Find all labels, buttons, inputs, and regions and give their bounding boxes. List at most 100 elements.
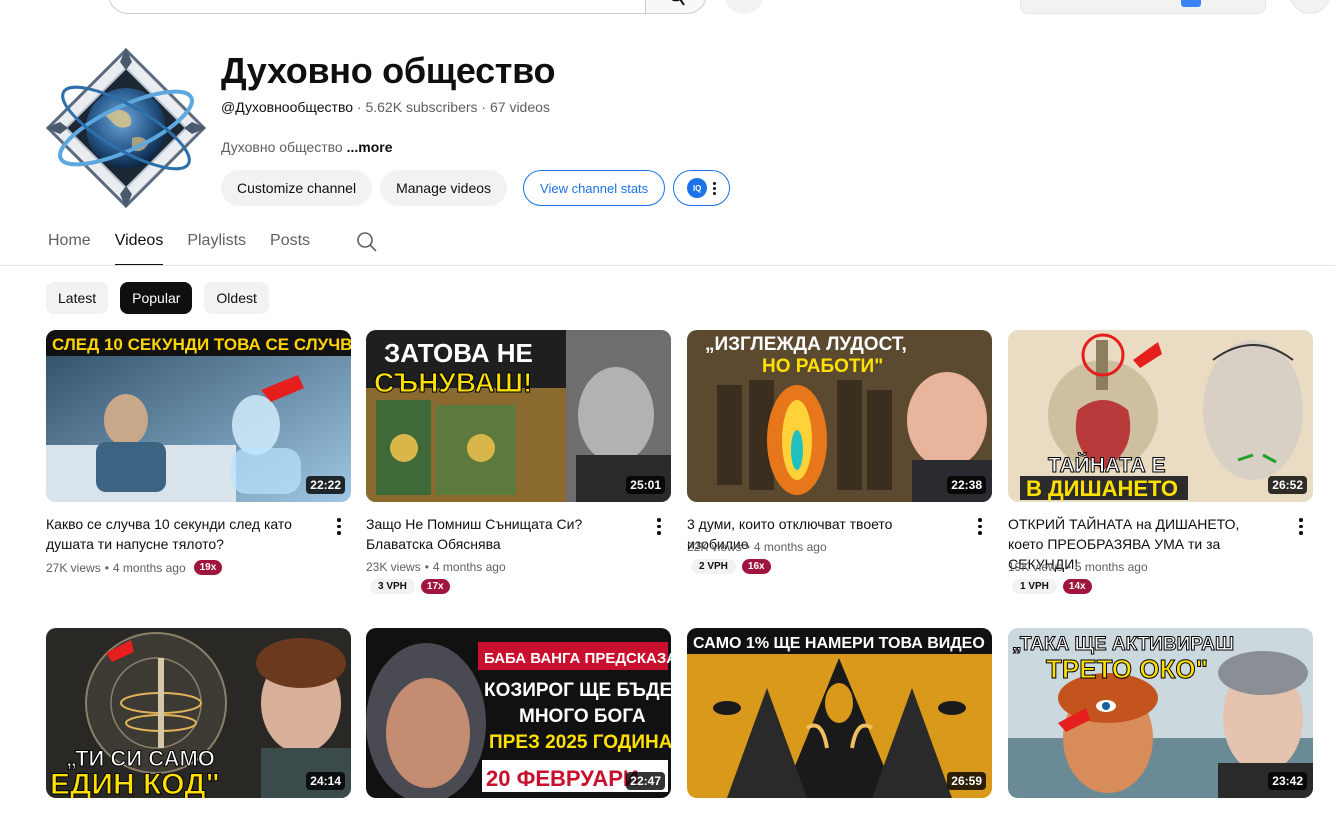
upload-age: 4 months ago xyxy=(753,540,827,554)
video-card[interactable]: „ИЗГЛЕЖДА ЛУДОСТ, НО РАБОТИ" 22:38 3 дум… xyxy=(687,330,992,574)
overlay-text: СЛЕД 10 СЕКУНДИ ТОВА СЕ СЛУЧВА xyxy=(52,335,351,354)
tab-playlists[interactable]: Playlists xyxy=(187,222,246,266)
video-tags: 3 VPH 17x xyxy=(370,579,450,594)
channel-meta: @Духовнообщество · 5.62K subscribers · 6… xyxy=(221,99,550,115)
thumbnail-image: СЛЕД 10 СЕКУНДИ ТОВА СЕ СЛУЧВА xyxy=(46,330,351,502)
video-thumbnail[interactable]: „ТАКА ЩЕ АКТИВИРАШ ТРЕТО ОКО" 23:42 xyxy=(1008,628,1313,798)
video-thumbnail[interactable]: „ТИ СИ САМО ЕДИН КОД" 24:14 xyxy=(46,628,351,798)
tab-videos[interactable]: Videos xyxy=(114,222,163,266)
subscriber-count: 5.62K subscribers xyxy=(365,99,478,115)
video-thumbnail[interactable]: САМО 1% ЩЕ НАМЕРИ ТОВА ВИДЕО 26:59 xyxy=(687,628,992,798)
masthead xyxy=(0,0,1335,16)
channel-search-icon[interactable] xyxy=(355,230,379,254)
thumbnail-image: ТАЙНАТА Е В ДИШАНЕТО xyxy=(1008,330,1313,502)
thumbnail-image: БАБА ВАНГА ПРЕДСКАЗА КОЗИРОГ ЩЕ БЪДЕШ МН… xyxy=(366,628,671,798)
vph-badge: 1 VPH xyxy=(1012,579,1057,594)
video-tags: 2 VPH 16x xyxy=(691,559,771,574)
video-card[interactable]: „ТАКА ЩЕ АКТИВИРАШ ТРЕТО ОКО" 23:42 xyxy=(1008,628,1313,798)
outlier-badge: 19x xyxy=(193,560,223,575)
notification-icon xyxy=(1181,0,1201,7)
voice-search-button[interactable] xyxy=(724,0,764,14)
more-vert-icon xyxy=(713,181,717,195)
video-card[interactable]: САМО 1% ЩЕ НАМЕРИ ТОВА ВИДЕО 26:59 xyxy=(687,628,992,798)
overlay-text: САМО 1% ЩЕ НАМЕРИ ТОВА ВИДЕО xyxy=(693,635,985,652)
extension-menu-button[interactable]: IQ xyxy=(673,170,731,206)
video-tags: 1 VPH 14x xyxy=(1012,579,1092,594)
overlay-text: „ИЗГЛЕЖДА ЛУДОСТ, xyxy=(705,334,907,355)
video-card[interactable]: СЛЕД 10 СЕКУНДИ ТОВА СЕ СЛУЧВА 22:22 Как… xyxy=(46,330,351,575)
channel-handle: @Духовнообщество xyxy=(221,99,354,115)
overlay-text: НО РАБОТИ" xyxy=(762,356,883,377)
overlay-text: В ДИШАНЕТО xyxy=(1026,476,1178,501)
video-card[interactable]: ЗАТОВА НЕ СЪНУВАШ! 25:01 Защо Не Помниш … xyxy=(366,330,671,594)
overlay-text: „ТАКА ЩЕ АКТИВИРАШ xyxy=(1012,634,1234,655)
channel-avatar xyxy=(46,48,206,208)
video-thumbnail[interactable]: ТАЙНАТА Е В ДИШАНЕТО 26:52 xyxy=(1008,330,1313,502)
video-thumbnail[interactable]: БАБА ВАНГА ПРЕДСКАЗА КОЗИРОГ ЩЕ БЪДЕШ МН… xyxy=(366,628,671,798)
video-card[interactable]: „ТИ СИ САМО ЕДИН КОД" 24:14 xyxy=(46,628,351,798)
chip-latest[interactable]: Latest xyxy=(46,282,109,314)
outlier-badge: 16x xyxy=(741,559,771,574)
svg-text:КОЗИРОГ ЩЕ БЪДЕШ: КОЗИРОГ ЩЕ БЪДЕШ xyxy=(484,680,671,701)
thumbnail-image: САМО 1% ЩЕ НАМЕРИ ТОВА ВИДЕО xyxy=(687,628,992,798)
chip-popular[interactable]: Popular xyxy=(120,282,193,314)
overlay-text: ЗАТОВА НЕ xyxy=(384,338,533,368)
channel-name: Духовно общество xyxy=(221,50,556,91)
video-duration: 25:01 xyxy=(626,476,665,494)
video-title[interactable]: Какво се случва 10 секунди след като душ… xyxy=(46,514,316,554)
more-link[interactable]: ...more xyxy=(347,139,393,155)
overlay-text: ТРЕТО ОКО" xyxy=(1046,654,1208,684)
account-avatar[interactable] xyxy=(1290,0,1330,14)
vph-badge: 3 VPH xyxy=(370,579,415,594)
overlay-text: ТАЙНАТА Е xyxy=(1048,453,1166,477)
outlier-badge: 14x xyxy=(1062,579,1092,594)
svg-text:МНОГО БОГА: МНОГО БОГА xyxy=(519,706,646,727)
video-thumbnail[interactable]: СЛЕД 10 СЕКУНДИ ТОВА СЕ СЛУЧВА 22:22 xyxy=(46,330,351,502)
tab-posts[interactable]: Posts xyxy=(270,222,310,266)
video-menu-icon[interactable] xyxy=(331,516,347,536)
video-meta: 22K views • 4 months ago xyxy=(687,540,827,554)
tab-home[interactable]: Home xyxy=(48,222,91,266)
description-text: Духовно общество xyxy=(221,139,343,155)
video-menu-icon[interactable] xyxy=(651,516,667,536)
video-title[interactable]: Защо Не Помниш Сънищата Си? Блаватска Об… xyxy=(366,514,636,554)
search-input[interactable] xyxy=(108,0,646,14)
sort-chips: Latest Popular Oldest xyxy=(46,282,269,314)
view-channel-stats-button[interactable]: View channel stats xyxy=(523,170,666,206)
customize-channel-button[interactable]: Customize channel xyxy=(221,170,373,206)
video-duration: 26:59 xyxy=(947,772,986,790)
video-meta: 19K views • 5 months ago xyxy=(1008,560,1148,574)
video-thumbnail[interactable]: ЗАТОВА НЕ СЪНУВАШ! 25:01 xyxy=(366,330,671,502)
video-card[interactable]: БАБА ВАНГА ПРЕДСКАЗА КОЗИРОГ ЩЕ БЪДЕШ МН… xyxy=(366,628,671,798)
overlay-text: БАБА ВАНГА ПРЕДСКАЗА xyxy=(484,650,671,667)
chip-oldest[interactable]: Oldest xyxy=(204,282,269,314)
meta-separator: · xyxy=(477,99,490,115)
channel-actions: Customize channel Manage videos View cha… xyxy=(221,170,731,206)
video-meta: 23K views • 4 months ago xyxy=(366,560,506,574)
view-count: 19K views xyxy=(1008,560,1063,574)
overlay-text: ЕДИН КОД" xyxy=(50,768,220,798)
video-duration: 22:22 xyxy=(306,476,345,494)
upload-age: 4 months ago xyxy=(112,560,186,575)
video-duration: 24:14 xyxy=(306,772,345,790)
outlier-badge: 17x xyxy=(420,579,450,594)
tabs-divider xyxy=(0,265,1335,266)
video-duration: 22:38 xyxy=(947,476,986,494)
thumbnail-image: ЗАТОВА НЕ СЪНУВАШ! xyxy=(366,330,671,502)
channel-tabs: Home Videos Playlists Posts xyxy=(48,222,334,266)
video-duration: 22:47 xyxy=(626,772,665,790)
search-button[interactable] xyxy=(645,0,707,14)
view-count: 23K views xyxy=(366,560,421,574)
manage-videos-button[interactable]: Manage videos xyxy=(380,170,508,206)
video-menu-icon[interactable] xyxy=(972,516,988,536)
video-card[interactable]: ТАЙНАТА Е В ДИШАНЕТО 26:52 ОТКРИЙ ТАЙНАТ… xyxy=(1008,330,1313,594)
video-thumbnail[interactable]: „ИЗГЛЕЖДА ЛУДОСТ, НО РАБОТИ" 22:38 xyxy=(687,330,992,502)
video-count: 67 videos xyxy=(489,99,550,115)
video-menu-icon[interactable] xyxy=(1293,516,1309,536)
svg-text:ПРЕЗ 2025 ГОДИНА: ПРЕЗ 2025 ГОДИНА xyxy=(489,732,671,753)
channel-description[interactable]: Духовно общество ...more xyxy=(221,139,393,155)
create-button[interactable] xyxy=(1020,0,1266,14)
video-duration: 26:52 xyxy=(1268,476,1307,494)
thumbnail-image: „ИЗГЛЕЖДА ЛУДОСТ, НО РАБОТИ" xyxy=(687,330,992,502)
overlay-text: СЪНУВАШ! xyxy=(374,367,532,398)
